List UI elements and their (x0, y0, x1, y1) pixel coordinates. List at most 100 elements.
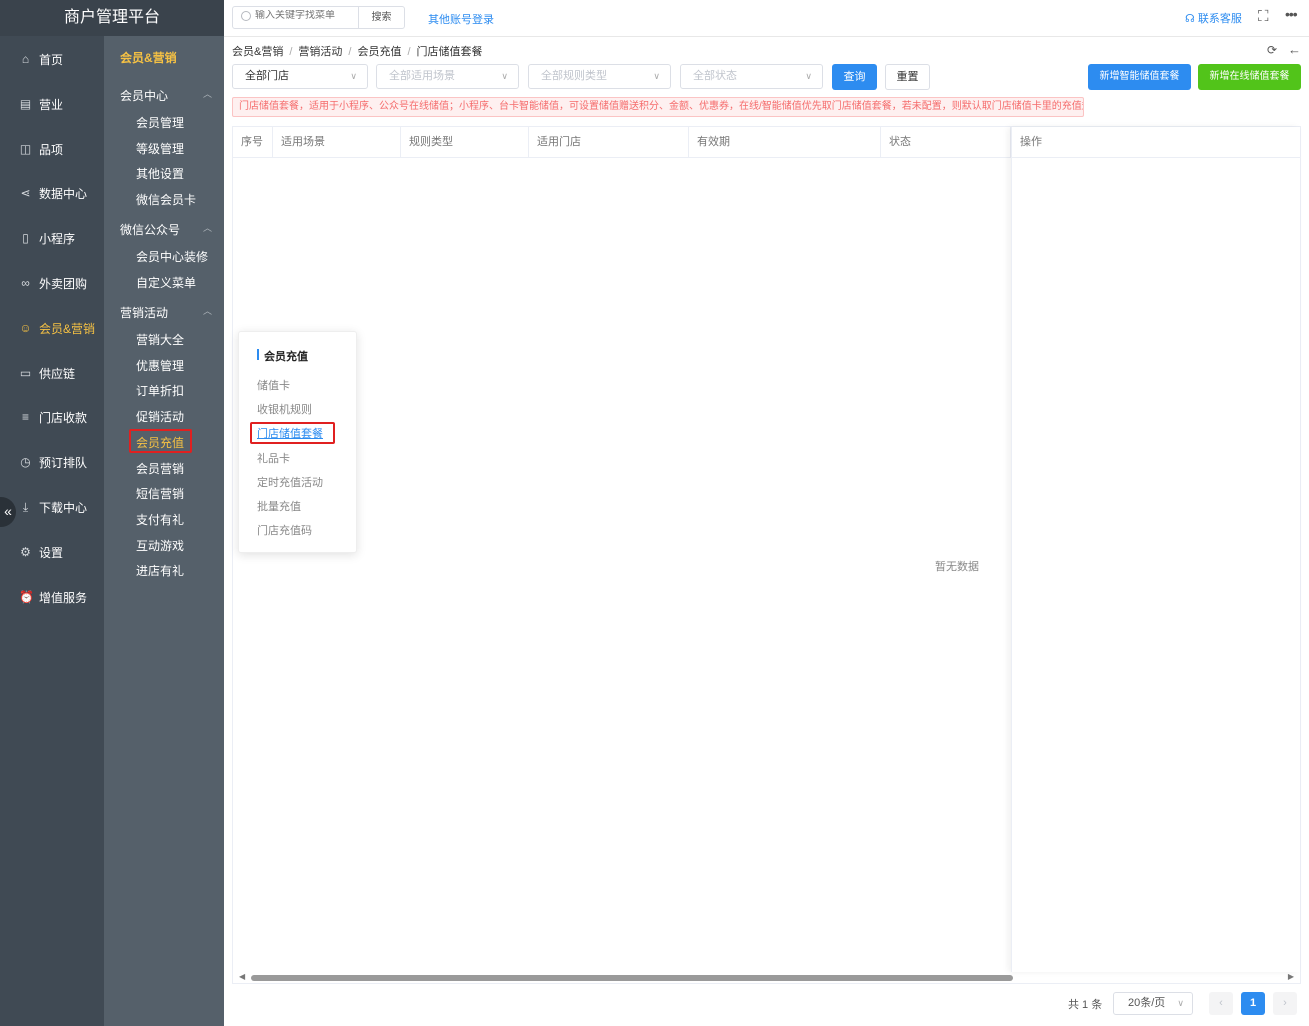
popup-menu-item[interactable]: 礼品卡 (257, 450, 290, 466)
primary-nav-label: 营业 (39, 97, 64, 112)
query-button[interactable]: 查询 (832, 64, 877, 90)
nav-sub-item[interactable]: 等级管理 (136, 140, 184, 157)
clock-icon: ◷ (20, 455, 31, 470)
popup-menu-item[interactable]: 定时充值活动 (257, 474, 323, 490)
primary-nav-item[interactable]: ▯ 小程序 (0, 224, 104, 254)
breadcrumb-item: 门店储值套餐 (416, 46, 483, 58)
calendar-icon: ▤ (19, 96, 32, 111)
popup-menu-item[interactable]: 储值卡 (257, 377, 290, 393)
primary-nav-label: 预订排队 (39, 456, 88, 471)
nav-sub-item[interactable]: 进店有礼 (136, 562, 184, 579)
primary-nav-item[interactable]: ≡ 门店收款 (0, 403, 104, 433)
search-icon (241, 11, 251, 21)
secondary-sidebar-title: 会员&营销 (120, 51, 177, 65)
more-icon[interactable]: ••• (1285, 6, 1298, 22)
contact-support-link[interactable]: ☊ 联系客服 (1185, 10, 1242, 26)
primary-nav-label: 首页 (39, 53, 64, 67)
primary-nav-item[interactable]: ☺ 会员&营销 (0, 314, 104, 344)
highlight-box-member-recharge (129, 429, 192, 453)
nav-sub-item[interactable]: 自定义菜单 (136, 274, 196, 291)
nav-sub-item[interactable]: 订单折扣 (136, 382, 184, 399)
primary-nav-item[interactable]: ◷ 预订排队 (0, 448, 104, 478)
scroll-right-icon[interactable]: ▶ (1288, 972, 1294, 981)
chevron-down-icon: ∨ (350, 71, 357, 81)
horizontal-scrollbar[interactable]: ◀ ▶ (233, 972, 1300, 984)
nav-group-header[interactable]: 微信公众号 ︿ (120, 221, 216, 238)
nav-sub-item[interactable]: 会员管理 (136, 114, 184, 131)
nav-group-header[interactable]: 营销活动 ︿ (120, 304, 216, 321)
primary-nav-label: 品项 (39, 142, 64, 157)
gear-icon: ⚙ (20, 544, 31, 559)
primary-nav-item[interactable]: ⌂ 首页 (0, 45, 104, 75)
other-account-login-link[interactable]: 其他账号登录 (428, 11, 494, 27)
popup-menu-item[interactable]: 门店充值码 (257, 522, 312, 538)
nav-sub-item[interactable]: 促销活动 (136, 408, 184, 425)
chevron-up-icon: ︿ (202, 223, 212, 233)
nav-sub-item[interactable]: 微信会员卡 (136, 191, 196, 208)
chevron-up-icon: ︿ (202, 306, 212, 316)
nav-sub-item[interactable]: 会员营销 (136, 460, 184, 477)
next-page-button[interactable]: › (1273, 992, 1297, 1015)
page-1-button[interactable]: 1 (1241, 992, 1265, 1015)
primary-nav-item[interactable]: ⏰ 增值服务 (0, 583, 104, 613)
highlight-box-store-package (250, 422, 335, 444)
download-icon: ⤓ (22, 500, 29, 514)
rule-type-select[interactable]: 全部规则类型 ∨ (528, 64, 671, 89)
chevron-down-icon: ∨ (653, 71, 660, 81)
breadcrumb-separator: / (348, 46, 352, 58)
pagination-total: 共 1 条 (1068, 999, 1103, 1011)
headset-icon: ☊ (1185, 13, 1195, 25)
status-select[interactable]: 全部状态 ∨ (680, 64, 823, 89)
primary-nav-label: 供应链 (39, 366, 76, 381)
topbar: 搜索 其他账号登录 ☊ 联系客服 ⛶ ••• (224, 0, 1309, 37)
popup-menu-item[interactable]: 收银机规则 (257, 401, 312, 417)
add-smart-package-button[interactable]: 新增智能储值套餐 (1088, 64, 1191, 90)
back-arrow-icon[interactable]: ← (1288, 42, 1301, 57)
primary-nav-label: 数据中心 (39, 187, 88, 202)
reset-button[interactable]: 重置 (885, 64, 930, 90)
database-icon: ≡ (21, 410, 29, 425)
prev-page-button[interactable]: ‹ (1209, 992, 1233, 1015)
alarm-icon: ⏰ (19, 589, 34, 604)
search-button[interactable]: 搜索 (358, 6, 405, 29)
breadcrumb-separator: / (407, 46, 411, 58)
add-online-package-button[interactable]: 新增在线储值套餐 (1198, 64, 1301, 90)
scrollbar-thumb[interactable] (251, 975, 1013, 981)
primary-nav-item[interactable]: ∞ 外卖团购 (0, 269, 104, 299)
chevron-down-icon: ∨ (1177, 998, 1184, 1008)
nav-sub-item[interactable]: 营销大全 (136, 331, 184, 348)
packages-table: 序号 适用场景 规则类型 适用门店 有效期 状态 暂无数据 操作 ◀ ▶ (232, 126, 1301, 984)
breadcrumb-item[interactable]: 营销活动 (298, 46, 342, 58)
scroll-left-icon[interactable]: ◀ (239, 972, 245, 981)
primary-nav-item[interactable]: ◫ 品项 (0, 135, 104, 165)
primary-nav-item[interactable]: ⚙ 设置 (0, 538, 104, 568)
nav-sub-item[interactable]: 短信营销 (136, 485, 184, 502)
primary-nav-item[interactable]: ⋖ 数据中心 (0, 179, 104, 209)
phone-icon: ▯ (22, 231, 29, 246)
secondary-sidebar: 会员&营销 会员中心 ︿ 会员管理等级管理其他设置微信会员卡微信公众号 ︿ 会员中心装修… (104, 0, 224, 1026)
popup-menu-item[interactable]: 批量充值 (257, 498, 301, 514)
scene-select[interactable]: 全部适用场景 ∨ (376, 64, 519, 89)
nav-sub-item[interactable]: 会员中心装修 (136, 248, 208, 265)
breadcrumb-item[interactable]: 会员&营销 (232, 46, 283, 58)
primary-nav-label: 会员&营销 (39, 321, 96, 336)
refresh-icon[interactable]: ⟳ (1267, 43, 1277, 57)
bag-icon: ◫ (19, 141, 32, 156)
menu-search-input[interactable] (255, 10, 355, 21)
breadcrumb-item[interactable]: 会员充值 (357, 46, 401, 58)
primary-nav-label: 下载中心 (39, 501, 88, 515)
column-header: 规则类型 (401, 127, 529, 158)
nav-sub-item[interactable]: 其他设置 (136, 165, 184, 182)
page-size-select[interactable]: 20条/页 ∨ (1113, 992, 1193, 1015)
nav-group-header[interactable]: 会员中心 ︿ (120, 87, 216, 104)
fullscreen-icon[interactable]: ⛶ (1258, 8, 1269, 25)
nav-sub-item[interactable]: 支付有礼 (136, 511, 184, 528)
primary-nav-item[interactable]: ▭ 供应链 (0, 359, 104, 389)
column-header-operation: 操作 (1012, 127, 1301, 158)
user-icon: ☺ (19, 320, 32, 335)
primary-nav-item[interactable]: ▤ 营业 (0, 90, 104, 120)
popup-title: 会员充值 (257, 348, 308, 364)
nav-sub-item[interactable]: 优惠管理 (136, 357, 184, 374)
nav-sub-item[interactable]: 互动游戏 (136, 537, 184, 554)
store-select[interactable]: 全部门店 ∨ (232, 64, 368, 89)
